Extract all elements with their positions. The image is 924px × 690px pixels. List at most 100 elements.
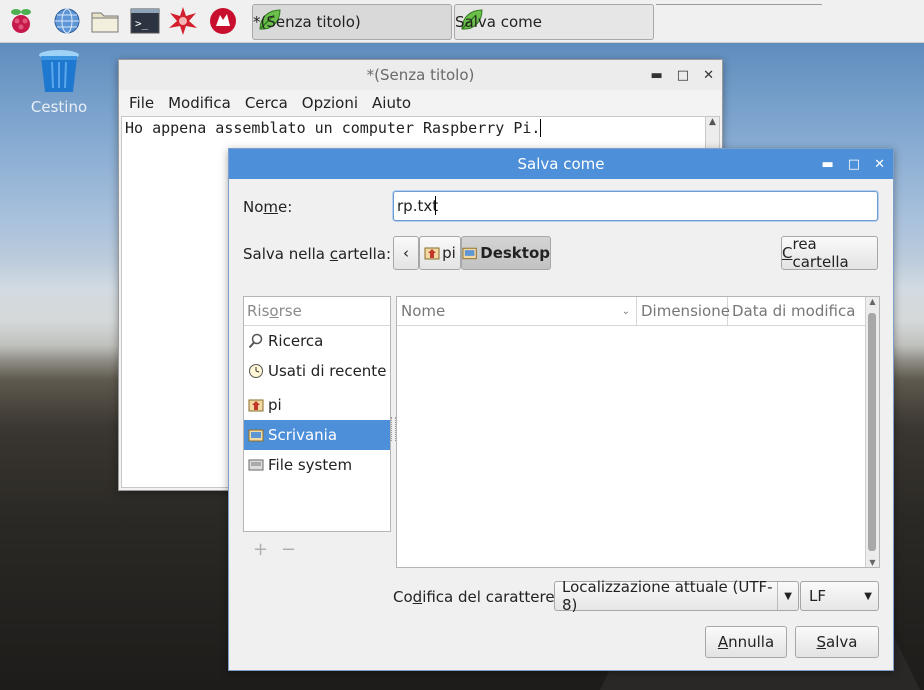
name-label: Nome: — [243, 198, 292, 216]
clock-icon — [249, 364, 263, 378]
encoding-label-mnemonic: d — [412, 588, 423, 606]
scroll-up-icon[interactable]: ▲ — [706, 117, 719, 127]
column-modified[interactable]: Data di modifica — [728, 297, 870, 325]
menu-file[interactable]: File — [129, 94, 154, 112]
leafpad-titlebar[interactable]: *(Senza titolo) ▬ □ ✕ — [119, 60, 722, 90]
file-manager-icon[interactable] — [90, 6, 120, 36]
encoding-label-part: Co — [393, 588, 413, 606]
place-item-ricerca[interactable]: Ricerca — [244, 326, 390, 356]
path-pi-button[interactable]: pi — [419, 236, 461, 270]
chevron-down-icon: ⌄ — [621, 305, 630, 317]
folder-label-mnemonic: c — [329, 245, 338, 263]
place-item-scrivania[interactable]: Scrivania — [244, 420, 390, 450]
create-folder-button[interactable]: Crea cartella — [781, 235, 878, 271]
svg-text:>_: >_ — [135, 17, 149, 30]
path-back-button[interactable]: ‹ — [393, 236, 419, 270]
text-cursor: ​ — [540, 119, 542, 137]
scrollbar-thumb[interactable] — [868, 313, 876, 551]
create-folder-mnemonic: C — [782, 244, 793, 262]
folder-label-part: artella: — [338, 245, 392, 263]
places-sidebar: Ris o rse Ricerca Usati di recente pi Scri… — [243, 296, 391, 532]
taskbar-task-leafpad[interactable]: *(Senza titolo) — [252, 4, 452, 40]
raspberry-menu-icon[interactable] — [6, 6, 36, 36]
line-ending-select[interactable]: LF ▼ — [800, 581, 879, 611]
maximize-icon[interactable]: □ — [848, 157, 860, 172]
remove-place-button[interactable]: − — [281, 539, 296, 560]
menu-opzioni[interactable]: Opzioni — [302, 94, 358, 112]
close-icon[interactable]: ✕ — [874, 157, 885, 172]
save-label: alva — [826, 633, 858, 651]
place-label: pi — [268, 396, 282, 414]
save-button[interactable]: Salva — [795, 626, 879, 658]
filename-value: rp.txt — [397, 197, 439, 215]
taskbar-task-label: *(Senza titolo) — [253, 13, 361, 31]
column-size[interactable]: Dimensione — [637, 297, 730, 325]
line-ending-value: LF — [809, 587, 826, 605]
encoding-select[interactable]: Localizzazione attuale (UTF-8) ▼ — [554, 578, 799, 614]
home-folder-icon — [424, 247, 440, 260]
maximize-icon[interactable]: □ — [677, 68, 689, 83]
wolfram-icon[interactable] — [208, 6, 238, 36]
name-label-part: e: — [278, 198, 293, 216]
drive-icon — [248, 459, 264, 471]
close-icon[interactable]: ✕ — [703, 68, 714, 83]
taskbar-empty-slot — [656, 4, 822, 8]
column-name[interactable]: Nome ⌄ — [397, 297, 637, 325]
file-list[interactable]: Nome ⌄ Dimensione Data di modifica ▲ ▼ — [396, 296, 880, 568]
dropdown-arrow-icon: ▼ — [864, 590, 872, 602]
taskbar: >_ *(Senza titolo) Salva come — [0, 0, 924, 43]
filename-input[interactable]: rp.txt — [393, 191, 878, 221]
cancel-mnemonic: A — [717, 633, 729, 651]
scroll-down-icon[interactable]: ▼ — [866, 558, 879, 567]
taskbar-task-save-dialog[interactable]: Salva come — [454, 4, 654, 40]
minimize-icon[interactable]: ▬ — [651, 68, 663, 83]
column-name-label: Nome — [401, 302, 446, 320]
menu-cerca[interactable]: Cerca — [245, 94, 288, 112]
scroll-up-icon[interactable]: ▲ — [866, 297, 879, 311]
place-label: File system — [268, 456, 353, 474]
path-desktop-label: Desktop — [480, 244, 550, 262]
places-header-part: Ris — [247, 302, 270, 320]
terminal-icon[interactable]: >_ — [130, 6, 160, 36]
trash-desktop-icon[interactable]: Cestino — [24, 48, 94, 116]
leafpad-title: *(Senza titolo) — [366, 66, 475, 84]
minimize-icon[interactable]: ▬ — [822, 157, 834, 172]
folder-label-part: Salva nella — [243, 245, 330, 263]
desktop-folder-icon — [462, 247, 477, 260]
save-dialog-titlebar[interactable]: Salva come ▬ □ ✕ — [229, 149, 893, 179]
save-dialog-title: Salva come — [517, 155, 605, 173]
chevron-left-icon: ‹ — [403, 244, 409, 262]
places-header-part: rse — [278, 302, 302, 320]
file-list-scrollbar[interactable]: ▲ ▼ — [865, 297, 879, 567]
browser-globe-icon[interactable] — [52, 6, 82, 36]
place-item-filesystem[interactable]: File system — [244, 450, 390, 480]
search-icon — [248, 333, 263, 349]
dropdown-arrow-icon: ▼ — [777, 582, 798, 610]
taskbar-task-label: Salva come — [455, 13, 542, 31]
places-header-mnemonic: o — [269, 302, 279, 320]
desktop-folder-icon — [248, 429, 264, 442]
menu-aiuto[interactable]: Aiuto — [372, 94, 411, 112]
editor-text: Ho appena assemblato un computer Raspber… — [125, 119, 541, 137]
save-dialog: Salva come ▬ □ ✕ Nome: rp.txt Salva nell… — [228, 148, 894, 671]
name-label-part: No — [243, 198, 264, 216]
add-place-button[interactable]: + — [253, 539, 268, 560]
place-item-recent[interactable]: Usati di recente — [244, 356, 390, 386]
path-pi-label: pi — [442, 244, 456, 262]
create-folder-label: rea cartella — [792, 235, 849, 271]
place-label: Usati di recente — [268, 362, 387, 380]
trash-label: Cestino — [30, 98, 88, 116]
path-desktop-button[interactable]: Desktop — [461, 236, 551, 270]
column-modified-label: Data di modifica — [732, 302, 856, 320]
leafpad-menubar: File Modifica Cerca Opzioni Aiuto — [119, 90, 722, 116]
menu-modifica[interactable]: Modifica — [168, 94, 231, 112]
cancel-button[interactable]: Annulla — [705, 626, 787, 658]
name-label-mnemonic: m — [263, 198, 279, 216]
place-label: Ricerca — [268, 332, 324, 350]
encoding-label-part: ifica del carattere: — [422, 588, 560, 606]
save-mnemonic: S — [816, 633, 827, 651]
place-item-pi[interactable]: pi — [244, 390, 390, 420]
column-size-label: Dimensione — [641, 302, 730, 320]
math-kernel-icon[interactable] — [168, 6, 198, 36]
places-header: Ris o rse — [244, 297, 390, 326]
